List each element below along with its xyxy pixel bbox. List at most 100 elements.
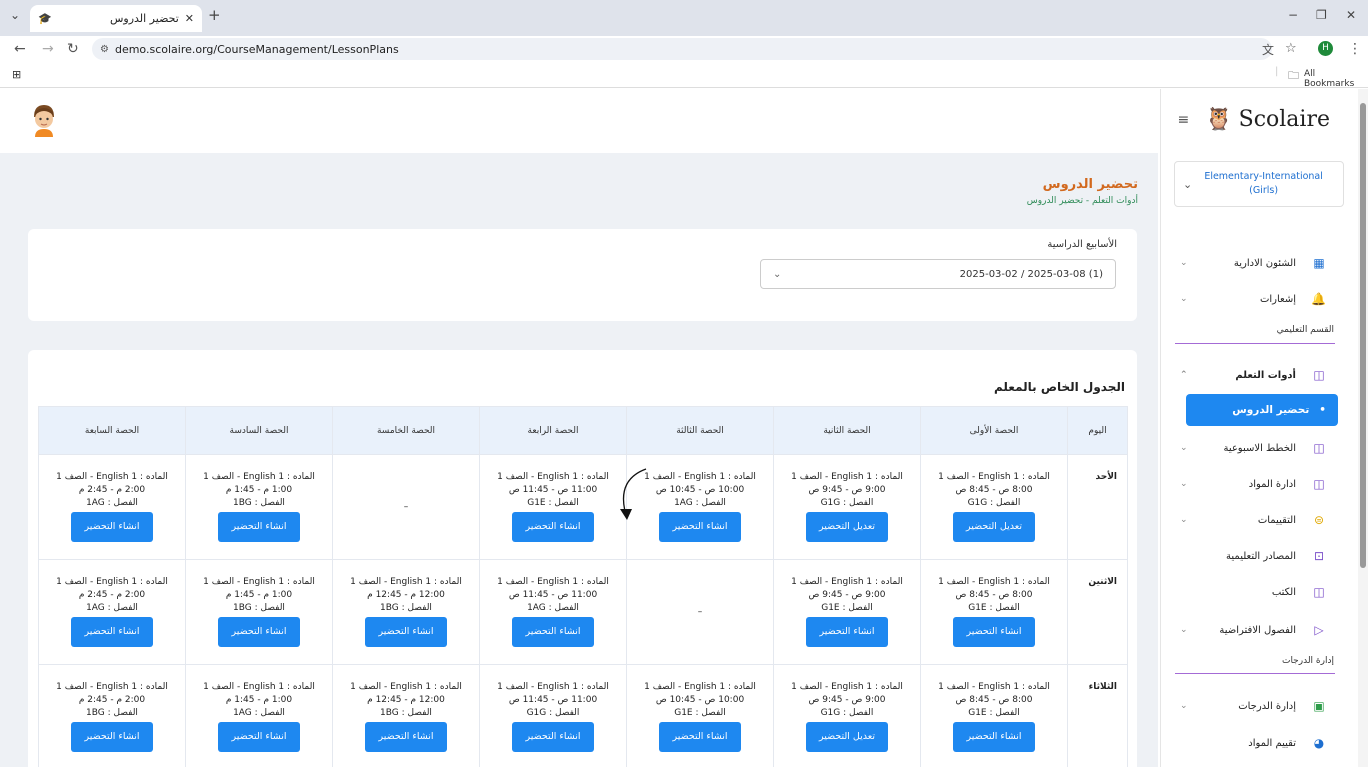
sidebar-item-virtual-classes[interactable]: ▷ الفصول الافتراضية ⌄ [1160,616,1358,644]
create-plan-button[interactable]: انشاء التحضير [953,722,1035,752]
sidebar-item-learning-tools[interactable]: ◫ أدوات التعلم ⌃ [1160,361,1358,389]
period-time: 9:00 ص - 9:45 ص [808,485,886,495]
forward-icon[interactable]: → [42,41,54,57]
create-plan-button[interactable]: انشاء التحضير [218,722,300,752]
edit-plan-button[interactable]: تعديل التحضير [806,722,888,752]
period-subject: الماده : English 1 - الصف 1 [203,472,315,482]
header-period-7: الحصة السابعة [38,406,186,455]
create-plan-button[interactable]: انشاء التحضير [365,722,447,752]
period-subject: الماده : English 1 - الصف 1 [791,472,903,482]
close-tab-icon[interactable]: ✕ [185,12,194,25]
table-row: الأحد الماده : English 1 - الصف 1 8:00 ص -… [38,454,1128,560]
edit-plan-button[interactable]: تعديل التحضير [953,512,1035,542]
create-plan-button[interactable]: انشاء التحضير [218,617,300,647]
create-plan-button[interactable]: انشاء التحضير [218,512,300,542]
restore-icon[interactable]: ❐ [1316,8,1327,22]
close-window-icon[interactable]: ✕ [1346,8,1356,22]
sidebar-item-weekly-plans[interactable]: ◫ الخطط الاسبوعية ⌄ [1160,434,1358,462]
edit-plan-button[interactable]: تعديل التحضير [806,512,888,542]
period-class: الفصل : G1G [820,498,874,508]
create-plan-button[interactable]: انشاء التحضير [71,512,153,542]
sidebar: ≡ 🦉 Scolaire ⌄ Elementary-International … [1160,89,1358,767]
sidebar-item-resources[interactable]: ⊡ المصادر التعليمية [1160,542,1358,570]
create-plan-button[interactable]: انشاء التحضير [659,512,741,542]
breadcrumb[interactable]: أدوات التعلم - تحضير الدروس [1027,196,1138,206]
sidebar-item-books[interactable]: ◫ الكتب [1160,578,1358,606]
chevron-down-icon: ⌄ [1180,294,1188,304]
period-time: 12:00 م - 12:45 م [367,590,445,600]
chevron-down-icon: ⌄ [1180,443,1188,453]
scrollbar-thumb[interactable] [1360,103,1366,568]
briefcase-icon: ▦ [1313,256,1325,270]
main-area: تحضير الدروس أدوات التعلم - تحضير الدروس… [0,89,1158,767]
sidebar-item-subject-evaluation[interactable]: ◕ تقييم المواد [1160,729,1358,757]
sidebar-item-label: الشئون الادارية [1233,257,1296,269]
period-cell: الماده : English 1 - الصف 1 9:00 ص - 9:45… [773,559,921,665]
new-tab-icon[interactable]: + [208,6,221,24]
period-class: الفصل : 1BG [380,603,432,613]
tab-list-chevron-icon[interactable]: ⌄ [10,8,20,22]
weeks-select[interactable]: (1) 2025-03-08 / 2025-03-02 ⌄ [760,259,1116,289]
period-class: الفصل : G1E [674,708,726,718]
book-open-icon: ◫ [1313,368,1325,382]
period-subject: الماده : English 1 - الصف 1 [497,577,609,587]
school-name-line1: Elementary-International [1204,171,1323,182]
sidebar-item-label: ادارة المواد [1248,478,1296,490]
chevron-down-icon: ⌄ [773,268,782,280]
period-cell: الماده : English 1 - الصف 1 11:00 ص - 11:… [479,559,627,665]
period-subject: الماده : English 1 - الصف 1 [56,577,168,587]
browser-menu-icon[interactable]: ⋮ [1348,41,1362,57]
sidebar-item-label: التقييمات [1257,514,1296,526]
sidebar-item-label: الفصول الافتراضية [1219,624,1296,636]
browser-tab[interactable]: 🎓 تحضير الدروس ✕ [30,5,202,32]
period-subject: الماده : English 1 - الصف 1 [497,472,609,482]
create-plan-button[interactable]: انشاء التحضير [71,722,153,752]
create-plan-button[interactable]: انشاء التحضير [806,617,888,647]
create-plan-button[interactable]: انشاء التحضير [512,617,594,647]
period-time: 2:00 م - 2:45 م [78,590,146,600]
header-period-5: الحصة الخامسة [332,406,480,455]
sidebar-item-subjects[interactable]: ◫ ادارة المواد ⌄ [1160,470,1358,498]
book-open-icon: ◫ [1313,585,1325,599]
create-plan-button[interactable]: انشاء التحضير [953,617,1035,647]
reload-icon[interactable]: ↻ [67,41,79,57]
sidebar-item-lesson-plans[interactable]: • تحضير الدروس [1186,394,1338,426]
back-icon[interactable]: ← [14,41,26,57]
section-divider [1175,673,1335,674]
period-time: 8:00 ص - 8:45 ص [955,485,1033,495]
omnibox[interactable]: ⚙ demo.scolaire.org/CourseManagement/Les… [92,38,1272,60]
profile-avatar[interactable]: H [1318,41,1333,56]
period-cell: الماده : English 1 - الصف 1 8:00 ص - 8:45… [920,664,1068,767]
sidebar-item-admin[interactable]: ▦ الشئون الادارية ⌄ [1160,249,1358,277]
book-open-icon: ◫ [1313,477,1325,491]
create-plan-button[interactable]: انشاء التحضير [659,722,741,752]
period-cell: – [626,559,774,665]
chart-icon: ▣ [1313,699,1325,713]
sidebar-item-grades[interactable]: ▣ إدارة الدرجات ⌄ [1160,692,1358,720]
sidebar-item-assessments[interactable]: ⊜ التقييمات ⌄ [1160,506,1358,534]
brand-logo[interactable]: ≡ 🦉 Scolaire [1177,107,1330,132]
apps-grid-icon[interactable]: ⊞ [12,68,21,81]
sidebar-item-label: تحضير الدروس [1232,404,1310,416]
create-plan-button[interactable]: انشاء التحضير [512,512,594,542]
bookmark-star-icon[interactable]: ☆ [1285,41,1297,56]
create-plan-button[interactable]: انشاء التحضير [71,617,153,647]
period-subject: الماده : English 1 - الصف 1 [644,682,756,692]
minimize-icon[interactable]: − [1288,8,1298,22]
user-avatar[interactable] [30,103,58,137]
page-scrollbar[interactable] [1358,89,1368,767]
school-selector[interactable]: ⌄ Elementary-International (Girls) [1174,161,1344,207]
sidebar-item-notifications[interactable]: 🔔 إشعارات ⌄ [1160,285,1358,313]
period-cell: الماده : English 1 - الصف 1 1:00 م - 1:45… [185,559,333,665]
menu-collapse-icon[interactable]: ≡ [1177,112,1189,128]
translate-icon[interactable]: 文 [1262,41,1274,58]
period-subject: الماده : English 1 - الصف 1 [56,472,168,482]
period-class: الفصل : G1E [821,603,873,613]
period-class: الفصل : 1BG [233,603,285,613]
period-subject: الماده : English 1 - الصف 1 [350,682,462,692]
create-plan-button[interactable]: انشاء التحضير [512,722,594,752]
site-info-icon[interactable]: ⚙ [100,44,109,55]
create-plan-button[interactable]: انشاء التحضير [365,617,447,647]
all-bookmarks-link[interactable]: All Bookmarks [1304,69,1368,89]
period-cell: الماده : English 1 - الصف 1 9:00 ص - 9:45… [773,664,921,767]
